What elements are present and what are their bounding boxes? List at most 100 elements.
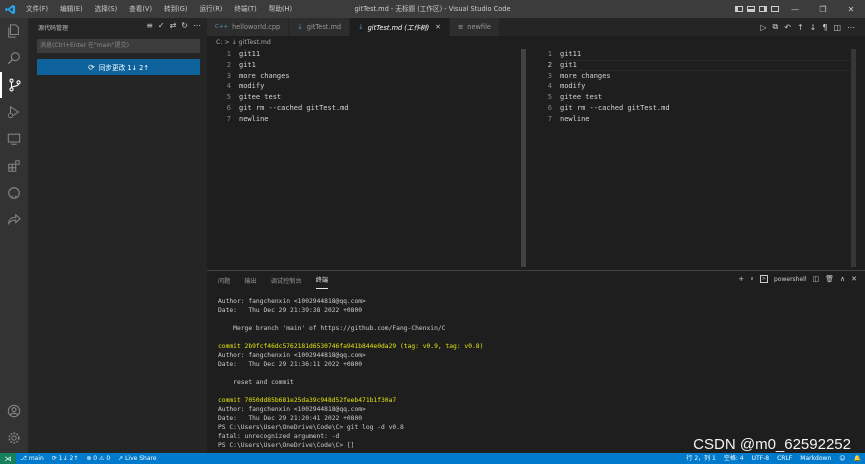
github-icon[interactable] bbox=[0, 180, 28, 206]
chevron-down-icon[interactable]: ∨ bbox=[750, 276, 754, 282]
tab-terminal[interactable]: 终端 bbox=[315, 274, 329, 289]
line-number: 5 bbox=[226, 93, 231, 102]
tab-gittest-md-working-tree[interactable]: ↓ gitTest.md (工作树) ✕ bbox=[350, 18, 450, 36]
menu-edit[interactable]: 编辑(E) bbox=[54, 0, 89, 18]
line-number: 3 bbox=[547, 71, 552, 80]
editor-scrollbar[interactable] bbox=[851, 49, 856, 267]
diff-modified-pane[interactable]: 1 git11 2 git1 3 more changes 4 modify 5 gite… bbox=[528, 49, 851, 267]
toggle-secondary-sidebar-icon[interactable] bbox=[757, 0, 769, 18]
close-window-button[interactable]: ✕ bbox=[837, 0, 865, 18]
tab-helloworld-cpp[interactable]: C++ helloworld.cpp bbox=[207, 18, 290, 36]
tab-output[interactable]: 输出 bbox=[244, 271, 256, 292]
settings-gear-icon[interactable] bbox=[0, 425, 28, 451]
run-icon[interactable]: ▷ bbox=[760, 23, 766, 32]
live-share-status[interactable]: ↗ Live Share bbox=[114, 453, 160, 464]
account-icon[interactable] bbox=[0, 398, 28, 424]
sidebar-title: 源代码管理 bbox=[38, 24, 69, 32]
terminal-line: Date: Thu Dec 29 21:36:11 2022 +0800 bbox=[218, 361, 363, 368]
open-file-icon[interactable]: ⧉ bbox=[773, 22, 779, 32]
line-text: newline bbox=[560, 114, 590, 123]
sync-changes-button[interactable]: ⟳ 同步更改 1↓ 2↑ bbox=[37, 59, 200, 75]
terminal-line: reset and commit bbox=[218, 379, 294, 386]
commit-message-input[interactable]: 消息(Ctrl+Enter 在"main"提交) bbox=[37, 39, 200, 53]
line-number: 6 bbox=[547, 103, 552, 112]
line-text: newline bbox=[239, 114, 269, 123]
tab-label: helloworld.cpp bbox=[232, 23, 281, 31]
maximize-panel-icon[interactable]: ∧ bbox=[840, 275, 845, 283]
diff-scrollbar[interactable] bbox=[521, 49, 526, 267]
extensions-icon[interactable] bbox=[0, 153, 28, 179]
split-editor-icon[interactable]: ◫ bbox=[833, 23, 841, 32]
indentation-status[interactable]: 空格: 4 bbox=[720, 453, 748, 464]
terminal-line: Author: fangchenxin <1002944818@qq.com> bbox=[218, 352, 366, 359]
explorer-icon[interactable] bbox=[0, 18, 28, 44]
menu-run[interactable]: 运行(R) bbox=[193, 0, 228, 18]
feedback-icon[interactable]: ☺ bbox=[835, 453, 849, 464]
toggle-primary-sidebar-icon[interactable] bbox=[733, 0, 745, 18]
menu-help[interactable]: 帮助(H) bbox=[263, 0, 298, 18]
menu-go[interactable]: 转到(G) bbox=[158, 0, 193, 18]
open-changes-icon[interactable]: ⇄ bbox=[170, 21, 177, 30]
activity-bar bbox=[0, 18, 28, 453]
menu-view[interactable]: 查看(V) bbox=[123, 0, 158, 18]
more-actions-icon[interactable]: ⋯ bbox=[193, 21, 201, 30]
breadcrumb[interactable]: C: > ↓ gitTest.md bbox=[207, 36, 865, 49]
new-terminal-icon[interactable]: + bbox=[738, 275, 744, 283]
restore-button[interactable]: ❐ bbox=[809, 0, 837, 18]
branch-status[interactable]: ⎇ main bbox=[16, 453, 48, 464]
watermark: CSDN @m0_62592252 bbox=[693, 436, 851, 453]
close-panel-icon[interactable]: ✕ bbox=[851, 275, 857, 283]
terminal-output[interactable]: Author: fangchenxin <1002944818@qq.com> … bbox=[218, 297, 858, 450]
cursor-position[interactable]: 行 2，列 1 bbox=[682, 453, 719, 464]
terminal-line: Date: Thu Dec 29 21:20:41 2022 +0800 bbox=[218, 415, 363, 422]
terminal-line: Author: fangchenxin <1002944818@qq.com> bbox=[218, 406, 366, 413]
line-number: 4 bbox=[547, 82, 552, 91]
run-debug-icon[interactable] bbox=[0, 99, 28, 125]
view-as-list-icon[interactable]: ≡ bbox=[146, 21, 153, 30]
commit-check-icon[interactable]: ✓ bbox=[158, 21, 165, 30]
tab-debug-console[interactable]: 调试控制台 bbox=[271, 271, 302, 292]
sync-changes-label: 同步更改 1↓ 2↑ bbox=[98, 64, 149, 72]
line-text: gitee test bbox=[239, 93, 282, 102]
refresh-icon[interactable]: ↻ bbox=[181, 21, 188, 30]
line-number: 2 bbox=[226, 60, 231, 69]
previous-change-icon[interactable]: ↑ bbox=[797, 23, 804, 32]
code-line: 6 git rm --cached gitTest.md bbox=[207, 103, 521, 114]
live-share-icon[interactable] bbox=[0, 207, 28, 233]
remote-explorer-icon[interactable] bbox=[0, 126, 28, 152]
line-number: 5 bbox=[547, 93, 552, 102]
tab-gittest-md[interactable]: ↓ gitTest.md bbox=[289, 18, 351, 36]
split-terminal-icon[interactable]: ◫ bbox=[812, 275, 819, 283]
problems-status[interactable]: ⊗ 0 ⚠ 0 bbox=[82, 453, 114, 464]
line-text: git11 bbox=[560, 50, 582, 58]
menu-terminal[interactable]: 终端(T) bbox=[228, 0, 262, 18]
sync-status[interactable]: ⟳ 1↓ 2↑ bbox=[48, 453, 83, 464]
window-title: gitTest.md - 无标题 (工作区) - Visual Studio C… bbox=[354, 5, 511, 13]
kill-terminal-icon[interactable]: 🗑 bbox=[825, 275, 834, 283]
revert-icon[interactable]: ↶ bbox=[784, 23, 791, 32]
toggle-whitespace-icon[interactable]: ¶ bbox=[822, 23, 827, 32]
menu-bar: 文件(F) 编辑(E) 选择(S) 查看(V) 转到(G) 运行(R) 终端(T… bbox=[20, 0, 298, 18]
source-control-icon[interactable] bbox=[0, 72, 28, 98]
terminal-shell-label[interactable]: powershell bbox=[774, 276, 807, 283]
code-line: 5 gitee test bbox=[207, 92, 521, 103]
encoding-status[interactable]: UTF-8 bbox=[748, 453, 774, 464]
search-icon[interactable] bbox=[0, 45, 28, 71]
tab-newfile[interactable]: ≡ newfile bbox=[449, 18, 500, 36]
notifications-bell-icon[interactable]: 🔔 bbox=[850, 453, 865, 464]
language-mode[interactable]: Markdown bbox=[796, 453, 835, 464]
tab-problems[interactable]: 问题 bbox=[218, 271, 230, 292]
menu-file[interactable]: 文件(F) bbox=[20, 0, 54, 18]
eol-status[interactable]: CRLF bbox=[773, 453, 796, 464]
customize-layout-icon[interactable] bbox=[769, 0, 781, 18]
minimize-button[interactable]: — bbox=[781, 0, 809, 18]
close-tab-icon[interactable]: ✕ bbox=[435, 23, 441, 31]
diff-original-pane[interactable]: 1 git11 2 git1 3 more changes 4 modify 5 gite… bbox=[207, 49, 521, 267]
next-change-icon[interactable]: ↓ bbox=[810, 23, 817, 32]
remote-indicator-icon[interactable]: ⋊ bbox=[0, 453, 16, 464]
menu-selection[interactable]: 选择(S) bbox=[89, 0, 124, 18]
toggle-panel-icon[interactable] bbox=[745, 0, 757, 18]
more-actions-icon[interactable]: ⋯ bbox=[847, 23, 855, 32]
tab-label: gitTest.md bbox=[306, 23, 342, 31]
